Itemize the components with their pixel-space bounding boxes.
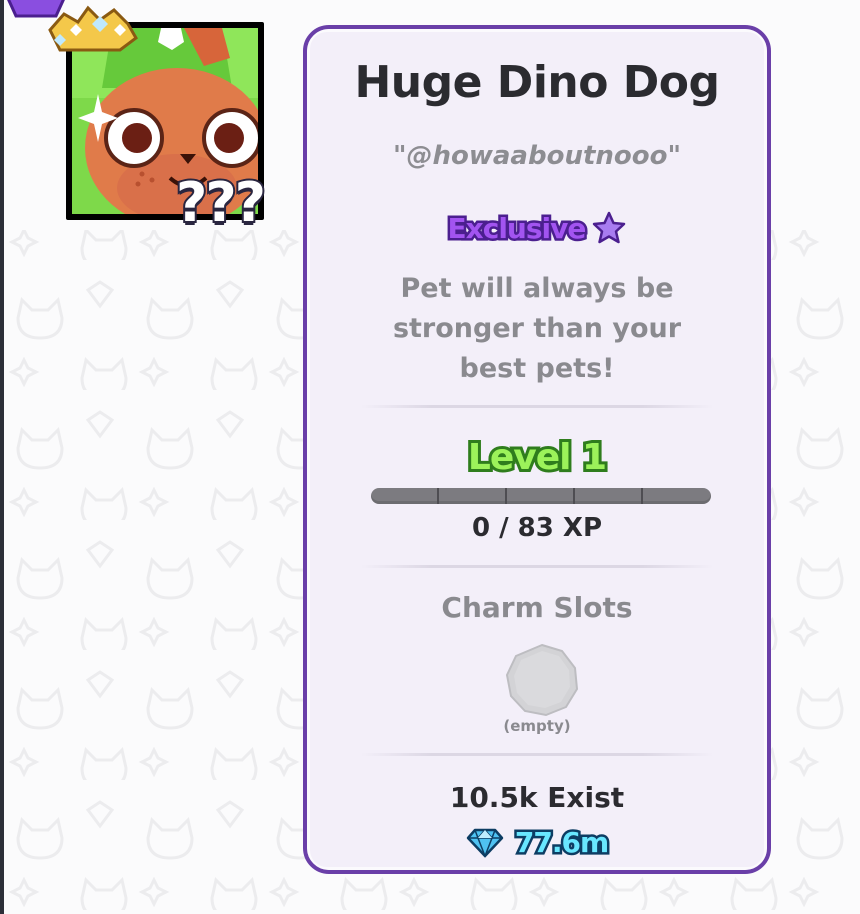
divider	[361, 565, 713, 568]
xp-bar-tick	[573, 488, 575, 504]
charm-slot-empty-label: (empty)	[503, 717, 571, 735]
xp-text: 0 / 83 XP	[471, 513, 603, 543]
pet-value-row: 77.6m	[307, 824, 767, 862]
pet-inventory-screen: ??? Huge Dino Dog "@howaaboutnooo" Exclu…	[0, 0, 860, 914]
divider	[361, 405, 713, 408]
corner-gem-icon	[7, 0, 65, 18]
pet-name: Huge Dino Dog	[354, 57, 720, 108]
xp-bar-tick	[437, 488, 439, 504]
level-label: Level 1	[465, 434, 610, 481]
diamond-icon	[466, 828, 504, 858]
pet-nickname: "@howaaboutnooo"	[392, 141, 682, 171]
pet-description: Pet will always be stronger than your be…	[392, 273, 682, 384]
rarity-row: Exclusive	[307, 209, 767, 247]
empty-charm-slot-icon[interactable]	[505, 643, 579, 717]
pet-value: 77.6m	[512, 824, 611, 862]
unknown-stat-badge: ???	[174, 171, 268, 234]
rarity-label: Exclusive	[445, 209, 589, 247]
xp-bar-tick	[641, 488, 643, 504]
left-panel-edge	[0, 0, 4, 914]
pet-info-card: Huge Dino Dog "@howaaboutnooo" Exclusive…	[303, 25, 771, 874]
xp-bar-tick	[505, 488, 507, 504]
divider	[361, 753, 713, 756]
exist-count: 10.5k Exist	[449, 781, 625, 814]
xp-progress-bar	[371, 488, 711, 504]
star-icon	[593, 211, 626, 244]
charm-slots-title: Charm Slots	[441, 591, 633, 624]
